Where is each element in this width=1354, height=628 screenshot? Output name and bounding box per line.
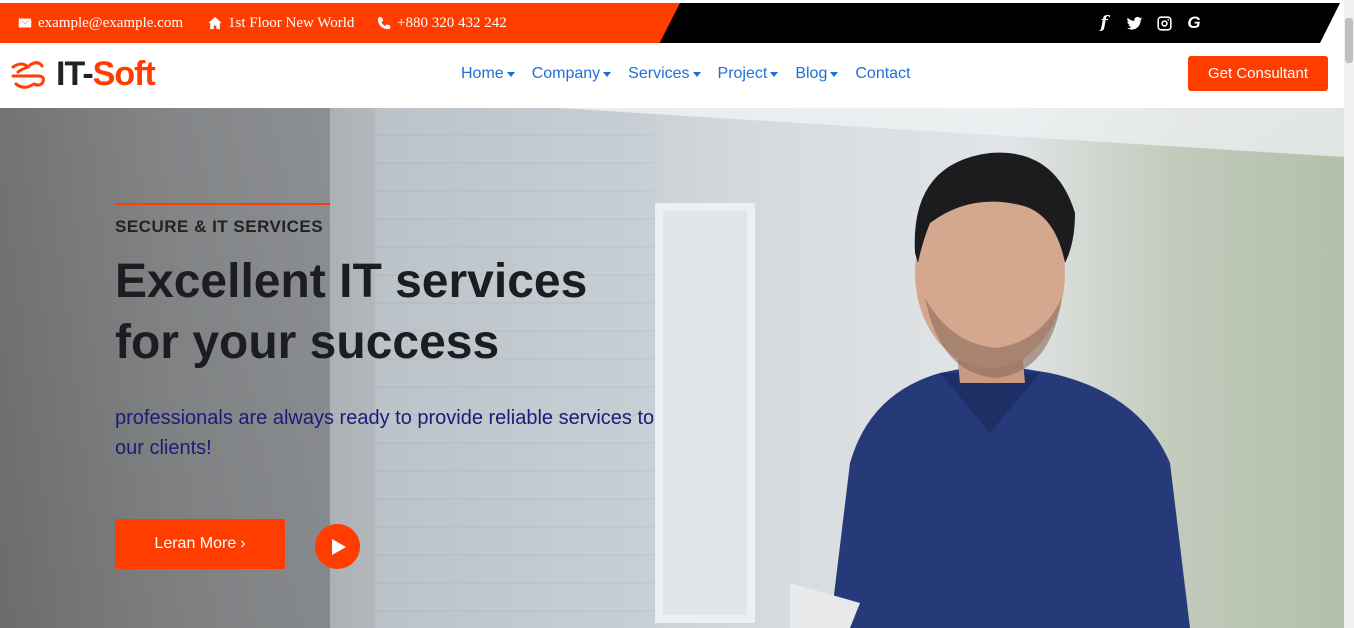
hero-eyebrow: SECURE & IT SERVICES bbox=[115, 217, 324, 236]
phone-contact[interactable]: +880 320 432 242 bbox=[377, 3, 507, 43]
hero-content: SECURE & IT SERVICES Excellent IT servic… bbox=[115, 203, 675, 569]
nav-item-contact[interactable]: Contact bbox=[855, 65, 910, 83]
twitter-icon[interactable] bbox=[1125, 15, 1143, 32]
facebook-icon[interactable]: f bbox=[1095, 13, 1113, 33]
scrollbar-thumb[interactable] bbox=[1345, 18, 1353, 63]
email-contact[interactable]: example@example.com bbox=[18, 3, 183, 43]
caret-down-icon bbox=[603, 71, 612, 77]
nav-item-label: Project bbox=[717, 65, 768, 82]
brand-name-suffix: Soft bbox=[92, 55, 156, 93]
chevron-right-icon: › bbox=[240, 535, 246, 552]
get-consultant-button[interactable]: Get Consultant bbox=[1188, 56, 1328, 91]
top-bar-edge bbox=[1320, 3, 1340, 43]
social-links: f G bbox=[1095, 3, 1203, 43]
email-text: example@example.com bbox=[38, 14, 184, 31]
nav-item-home[interactable]: Home bbox=[461, 65, 515, 83]
hero-headline: Excellent IT services for your success bbox=[115, 251, 675, 373]
hero-person-image bbox=[790, 152, 1190, 628]
envelope-icon bbox=[18, 18, 32, 28]
learn-more-button[interactable]: Leran More › bbox=[115, 519, 285, 569]
eyebrow-rule bbox=[115, 203, 330, 205]
address-contact: 1st Floor New World bbox=[208, 3, 354, 43]
nav-item-services[interactable]: Services bbox=[628, 65, 701, 83]
play-icon bbox=[332, 538, 346, 555]
home-icon bbox=[208, 16, 222, 30]
nav-item-blog[interactable]: Blog bbox=[795, 65, 839, 83]
logo[interactable]: IT-Soft bbox=[10, 55, 156, 94]
navbar: IT-Soft Home Company Services Project Bl… bbox=[0, 43, 1344, 108]
learn-more-label: Leran More bbox=[154, 535, 237, 552]
caret-down-icon bbox=[770, 71, 779, 77]
main-nav: Home Company Services Project Blog Conta… bbox=[461, 43, 911, 105]
page-scrollbar[interactable] bbox=[1344, 0, 1354, 628]
logo-icon bbox=[11, 60, 45, 89]
caret-down-icon bbox=[692, 71, 701, 77]
caret-down-icon bbox=[506, 71, 515, 77]
nav-item-label: Company bbox=[531, 65, 601, 82]
nav-item-project[interactable]: Project bbox=[718, 65, 779, 83]
nav-item-company[interactable]: Company bbox=[531, 65, 612, 83]
hero-cta-row: Leran More › bbox=[115, 519, 360, 569]
hero-headline-line1: Excellent IT services bbox=[115, 255, 588, 308]
phone-text: +880 320 432 242 bbox=[397, 14, 507, 31]
top-bar: example@example.com 1st Floor New World … bbox=[0, 3, 1340, 43]
brand-name-prefix: IT- bbox=[56, 55, 94, 93]
hero-headline-line2: for your success bbox=[115, 316, 500, 369]
brand-name: IT-Soft bbox=[56, 55, 156, 94]
instagram-icon[interactable] bbox=[1155, 15, 1173, 32]
play-video-button[interactable] bbox=[315, 524, 360, 569]
nav-item-label: Home bbox=[461, 65, 504, 82]
address-text: 1st Floor New World bbox=[228, 14, 355, 31]
caret-down-icon bbox=[830, 71, 839, 77]
nav-item-label: Blog bbox=[795, 65, 828, 82]
hero-subtext: professionals are always ready to provid… bbox=[115, 407, 655, 459]
google-icon[interactable]: G bbox=[1185, 13, 1203, 33]
hero-section: SECURE & IT SERVICES Excellent IT servic… bbox=[0, 108, 1344, 628]
phone-icon bbox=[377, 16, 391, 30]
nav-item-label: Services bbox=[628, 65, 690, 82]
nav-item-label: Contact bbox=[855, 65, 911, 82]
